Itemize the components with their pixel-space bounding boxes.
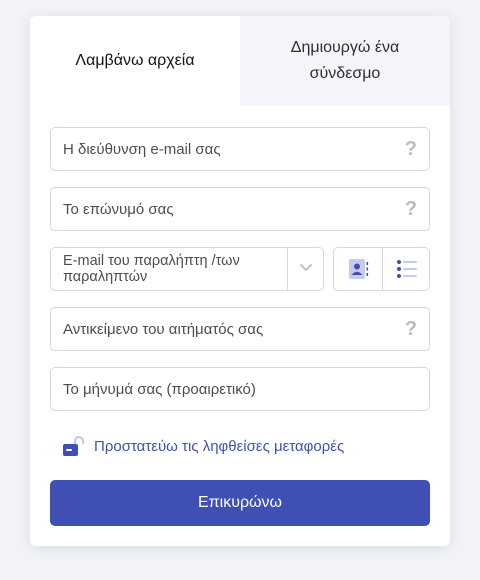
surname-field[interactable]: Το επώνυμό σας ? xyxy=(50,187,430,231)
protect-transfers-link[interactable]: Προστατεύω τις ληφθείσες μεταφορές xyxy=(94,438,344,455)
subject-help-icon[interactable]: ? xyxy=(405,318,417,340)
tab-receive-files-label: Λαμβάνω αρχεία xyxy=(75,52,195,69)
tab-receive-files[interactable]: Λαμβάνω αρχεία xyxy=(30,16,240,106)
list-icon xyxy=(397,260,417,278)
subject-field[interactable]: Αντικείμενο του αιτήματός σας ? xyxy=(50,307,430,351)
tab-create-link[interactable]: Δημιουργώ ένα σύνδεσμο xyxy=(240,16,450,106)
surname-help-icon[interactable]: ? xyxy=(405,198,417,220)
email-help-icon[interactable]: ? xyxy=(405,138,417,160)
submit-button[interactable]: Επικυρώνω xyxy=(50,480,430,526)
unlocked-padlock-icon xyxy=(63,435,84,456)
tab-create-link-label: Δημιουργώ ένα σύνδεσμο xyxy=(290,39,400,82)
protect-transfers-toggle[interactable]: Προστατεύω τις ληφθείσες μεταφορές xyxy=(62,434,344,458)
contact-book-icon xyxy=(349,259,369,279)
message-field[interactable]: Το μήνυμά σας (προαιρετικό) xyxy=(50,367,430,411)
chevron-down-icon[interactable] xyxy=(299,261,313,275)
upload-request-card: Λαμβάνω αρχεία Δημιουργώ ένα σύνδεσμο Η … xyxy=(30,16,450,546)
surname-placeholder: Το επώνυμό σας xyxy=(63,200,174,218)
mode-tabs: Λαμβάνω αρχεία Δημιουργώ ένα σύνδεσμο xyxy=(30,16,450,106)
list-button[interactable] xyxy=(382,248,430,290)
message-placeholder: Το μήνυμά σας (προαιρετικό) xyxy=(63,380,256,398)
recipients-placeholder: E-mail του παραλήπτη /των παραληπτών xyxy=(63,253,240,285)
email-field[interactable]: Η διεύθυνση e-mail σας ? xyxy=(50,127,430,171)
email-placeholder: Η διεύθυνση e-mail σας xyxy=(63,140,221,158)
subject-placeholder: Αντικείμενο του αιτήματός σας xyxy=(63,320,264,338)
contacts-button[interactable] xyxy=(334,248,382,290)
recipients-divider xyxy=(287,248,288,290)
recipient-tools xyxy=(333,247,430,291)
recipients-field[interactable]: E-mail του παραλήπτη /των παραληπτών xyxy=(50,247,324,291)
